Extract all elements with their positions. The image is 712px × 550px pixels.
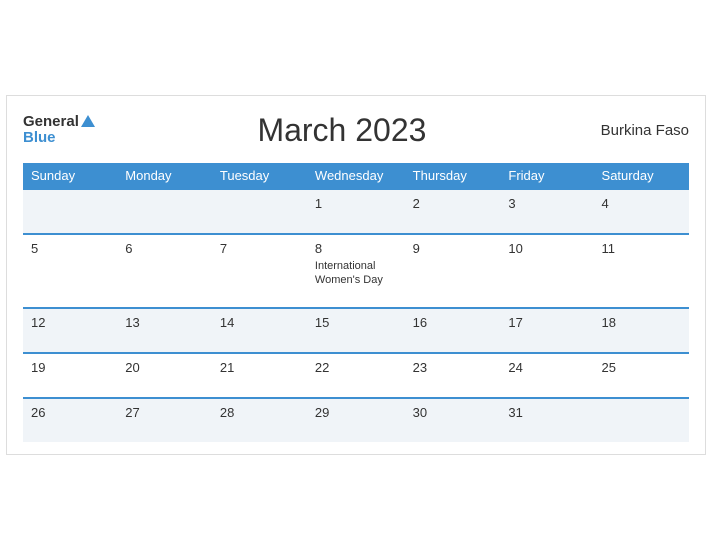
calendar-cell: 23: [405, 353, 501, 398]
day-number: 19: [31, 360, 109, 375]
day-number: 9: [413, 241, 493, 256]
day-number: 8: [315, 241, 397, 256]
day-number: 24: [508, 360, 585, 375]
weekday-header-thursday: Thursday: [405, 163, 501, 189]
calendar-container: General Blue March 2023 Burkina Faso Sun…: [6, 95, 706, 456]
day-number: 6: [125, 241, 204, 256]
calendar-cell: 15: [307, 308, 405, 353]
calendar-cell: 29: [307, 398, 405, 442]
weekday-header-saturday: Saturday: [594, 163, 689, 189]
day-number: 16: [413, 315, 493, 330]
day-number: 10: [508, 241, 585, 256]
day-number: 27: [125, 405, 204, 420]
calendar-header: General Blue March 2023 Burkina Faso: [23, 112, 689, 149]
week-row-3: 12 13 14 15 16 17 18: [23, 308, 689, 353]
day-number: 26: [31, 405, 109, 420]
calendar-cell: 2: [405, 189, 501, 234]
day-number: 11: [602, 241, 681, 256]
day-number: 21: [220, 360, 299, 375]
week-row-4: 19 20 21 22 23 24 25: [23, 353, 689, 398]
calendar-cell: 14: [212, 308, 307, 353]
day-number: 30: [413, 405, 493, 420]
calendar-cell: 10: [500, 234, 593, 309]
weekday-header-friday: Friday: [500, 163, 593, 189]
calendar-cell: 6: [117, 234, 212, 309]
calendar-cell: 28: [212, 398, 307, 442]
event-label: International Women's Day: [315, 259, 397, 288]
calendar-cell: 24: [500, 353, 593, 398]
calendar-cell: 4: [594, 189, 689, 234]
day-number: 31: [508, 405, 585, 420]
calendar-table: SundayMondayTuesdayWednesdayThursdayFrid…: [23, 163, 689, 443]
country-name: Burkina Faso: [589, 122, 689, 139]
weekday-header-monday: Monday: [117, 163, 212, 189]
day-number: 3: [508, 196, 585, 211]
calendar-cell: 18: [594, 308, 689, 353]
day-number: 23: [413, 360, 493, 375]
weekday-header-wednesday: Wednesday: [307, 163, 405, 189]
calendar-cell: 8 International Women's Day: [307, 234, 405, 309]
calendar-cell: 12: [23, 308, 117, 353]
calendar-cell: [23, 189, 117, 234]
day-number: 22: [315, 360, 397, 375]
calendar-cell: 11: [594, 234, 689, 309]
day-number: 12: [31, 315, 109, 330]
calendar-cell: 30: [405, 398, 501, 442]
logo-blue-text: Blue: [23, 129, 56, 146]
day-number: 1: [315, 196, 397, 211]
day-number: 25: [602, 360, 681, 375]
calendar-cell: 9: [405, 234, 501, 309]
calendar-title: March 2023: [95, 112, 589, 149]
logo-general-text: General: [23, 114, 79, 129]
calendar-cell: 16: [405, 308, 501, 353]
calendar-cell: [594, 398, 689, 442]
day-number: 7: [220, 241, 299, 256]
week-row-2: 5 6 7 8 International Women's Day 9 10 11: [23, 234, 689, 309]
day-number: 28: [220, 405, 299, 420]
calendar-cell: 31: [500, 398, 593, 442]
day-number: 18: [602, 315, 681, 330]
calendar-cell: 1: [307, 189, 405, 234]
day-number: 4: [602, 196, 681, 211]
calendar-cell: 3: [500, 189, 593, 234]
calendar-cell: [117, 189, 212, 234]
day-number: 14: [220, 315, 299, 330]
week-row-1: 1 23 4: [23, 189, 689, 234]
week-row-5: 26 27 28 29 30 31: [23, 398, 689, 442]
calendar-cell: 22: [307, 353, 405, 398]
calendar-cell: 20: [117, 353, 212, 398]
calendar-cell: 21: [212, 353, 307, 398]
calendar-cell: [212, 189, 307, 234]
weekday-header-sunday: Sunday: [23, 163, 117, 189]
day-number: 13: [125, 315, 204, 330]
day-number: 20: [125, 360, 204, 375]
logo: General Blue: [23, 114, 95, 146]
calendar-cell: 26: [23, 398, 117, 442]
weekday-header-tuesday: Tuesday: [212, 163, 307, 189]
calendar-cell: 7: [212, 234, 307, 309]
day-number: 15: [315, 315, 397, 330]
calendar-cell: 25: [594, 353, 689, 398]
logo-triangle-icon: [81, 115, 95, 127]
day-number: 29: [315, 405, 397, 420]
calendar-cell: 13: [117, 308, 212, 353]
calendar-cell: 19: [23, 353, 117, 398]
day-number: 17: [508, 315, 585, 330]
day-number: 5: [31, 241, 109, 256]
calendar-cell: 5: [23, 234, 117, 309]
day-number: 2: [413, 196, 493, 211]
calendar-cell: 27: [117, 398, 212, 442]
weekday-header-row: SundayMondayTuesdayWednesdayThursdayFrid…: [23, 163, 689, 189]
calendar-cell: 17: [500, 308, 593, 353]
